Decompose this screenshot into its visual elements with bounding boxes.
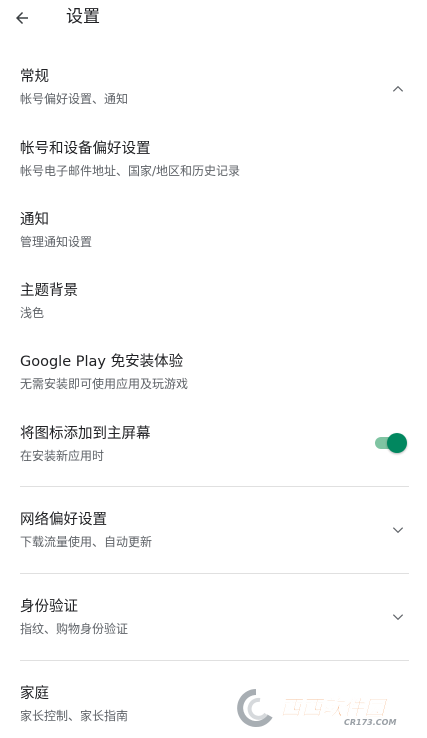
- add-icon-toggle[interactable]: [373, 433, 407, 453]
- setting-notifications[interactable]: 通知 管理通知设置: [0, 205, 427, 255]
- setting-add-icon-subtitle: 在安装新应用时: [20, 449, 105, 463]
- setting-account-title: 帐号和设备偏好设置: [20, 141, 151, 157]
- setting-theme-title: 主题背景: [20, 283, 78, 299]
- setting-instant-subtitle: 无需安装即可使用应用及玩游戏: [20, 377, 189, 391]
- chevron-down-icon: [388, 520, 408, 540]
- setting-instant-play[interactable]: Google Play 免安装体验 无需安装即可使用应用及玩游戏: [0, 347, 427, 397]
- setting-notifications-subtitle: 管理通知设置: [20, 235, 93, 249]
- setting-theme-subtitle: 浅色: [20, 306, 45, 320]
- setting-notifications-title: 通知: [20, 212, 49, 228]
- setting-add-icon[interactable]: 将图标添加到主屏幕 在安装新应用时: [0, 419, 427, 469]
- section-auth-title: 身份验证: [20, 599, 78, 615]
- setting-account-subtitle: 帐号电子邮件地址、国家/地区和历史记录: [20, 164, 241, 178]
- page-title: 设置: [66, 7, 100, 27]
- section-general-subtitle: 帐号偏好设置、通知: [20, 92, 129, 106]
- section-authentication[interactable]: 身份验证 指纹、购物身份验证: [0, 592, 427, 642]
- setting-account-preferences[interactable]: 帐号和设备偏好设置 帐号电子邮件地址、国家/地区和历史记录: [0, 134, 427, 184]
- setting-instant-title: Google Play 免安装体验: [20, 354, 184, 370]
- section-general[interactable]: 常规 帐号偏好设置、通知: [0, 62, 427, 112]
- section-network[interactable]: 网络偏好设置 下载流量使用、自动更新: [0, 505, 427, 555]
- watermark-logo: 西西软件园 CR173.COM: [230, 686, 410, 730]
- watermark-brand-text: 西西软件园: [280, 696, 388, 720]
- section-network-title: 网络偏好设置: [20, 512, 107, 528]
- section-family-title: 家庭: [20, 686, 49, 702]
- setting-theme[interactable]: 主题背景 浅色: [0, 276, 427, 326]
- setting-add-icon-title: 将图标添加到主屏幕: [20, 426, 151, 442]
- back-button[interactable]: [9, 6, 35, 30]
- arrow-left-icon: [16, 12, 28, 24]
- toggle-thumb: [387, 433, 407, 453]
- chevron-down-icon: [388, 607, 408, 627]
- divider: [20, 486, 409, 487]
- section-family-subtitle: 家长控制、家长指南: [20, 709, 129, 723]
- divider: [20, 660, 409, 661]
- section-general-title: 常规: [20, 69, 49, 85]
- app-bar: 设置: [0, 0, 427, 38]
- chevron-up-icon: [388, 79, 408, 99]
- section-network-subtitle: 下载流量使用、自动更新: [20, 535, 153, 549]
- watermark-url-text: CR173.COM: [344, 718, 396, 727]
- section-auth-subtitle: 指纹、购物身份验证: [20, 622, 129, 636]
- divider: [20, 573, 409, 574]
